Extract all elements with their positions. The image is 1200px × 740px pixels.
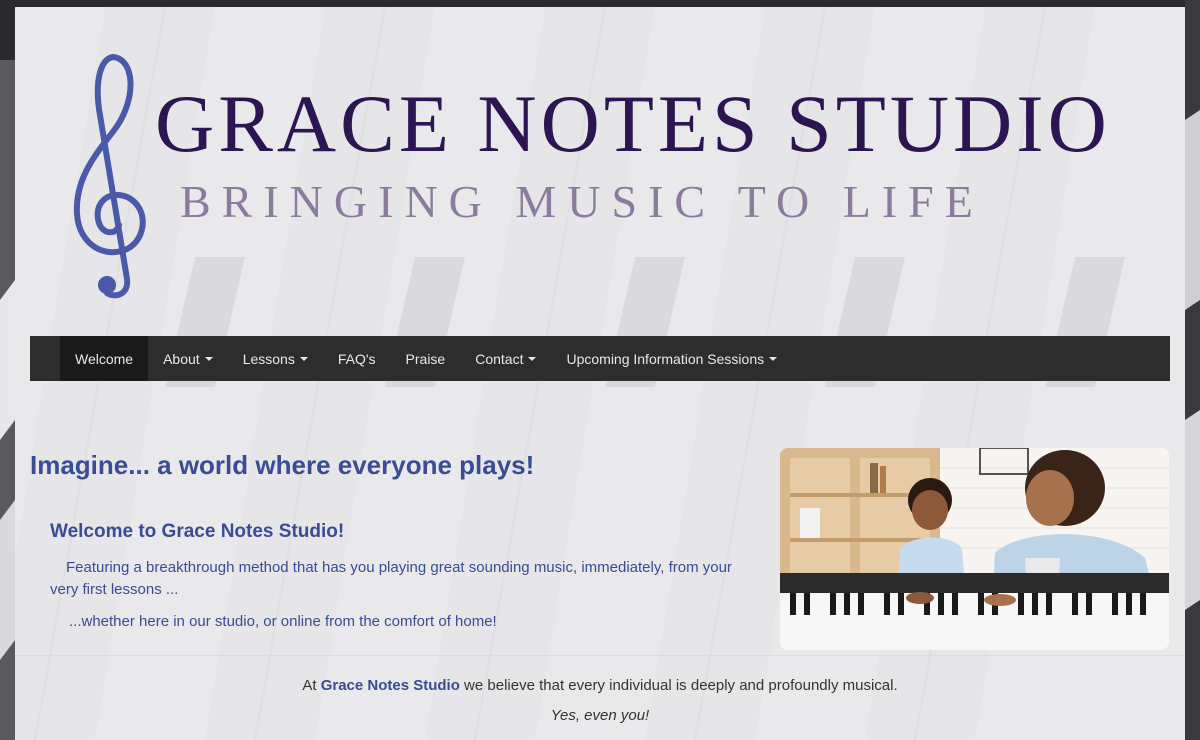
studio-name-emphasis: Grace Notes Studio xyxy=(320,677,460,694)
site-tagline: BRINGING MUSIC TO LIFE xyxy=(180,176,984,227)
nav-item-label: FAQ's xyxy=(337,350,376,367)
caret-down-icon xyxy=(204,356,213,361)
belief-suffix: we believe that every individual is deep… xyxy=(459,677,898,694)
nav-item-label: Contact xyxy=(475,350,524,367)
intro-paragraph: Featuring a breakthrough method that has… xyxy=(50,559,732,598)
section-divider xyxy=(15,655,1185,656)
nav-item-label: About xyxy=(163,350,200,367)
nav-item-welcome[interactable]: Welcome xyxy=(60,336,149,381)
nav-item-contact[interactable]: Contact xyxy=(460,336,551,381)
intro-paragraph-2: ...whether here in our studio, or online… xyxy=(69,613,497,630)
nav-item-label: Lessons xyxy=(242,350,295,367)
nav-item-praise[interactable]: Praise xyxy=(391,336,461,381)
nav-item-lessons[interactable]: Lessons xyxy=(228,336,323,381)
caret-down-icon xyxy=(299,356,308,361)
even-you-text: Yes, even you! xyxy=(550,707,650,724)
nav-item-label: Upcoming Information Sessions xyxy=(566,350,765,367)
caret-down-icon xyxy=(528,356,537,361)
belief-prefix: At xyxy=(302,677,321,694)
nav-item-label: Praise xyxy=(405,350,446,367)
welcome-heading: Welcome to Grace Notes Studio! xyxy=(50,521,345,542)
caret-down-icon xyxy=(769,356,778,361)
nav-item-about[interactable]: About xyxy=(148,336,228,381)
page-container: GRACE NOTES STUDIO BRINGING MUSIC TO LIF… xyxy=(15,7,1185,740)
page-headline: Imagine... a world where everyone plays! xyxy=(30,450,535,480)
site-title: GRACE NOTES STUDIO xyxy=(155,78,1111,169)
main-navbar: Welcome About Lessons FAQ's Praise Conta… xyxy=(30,336,1170,381)
nav-item-upcoming-sessions[interactable]: Upcoming Information Sessions xyxy=(551,336,792,381)
belief-statement: At Grace Notes Studio we believe that ev… xyxy=(15,677,1185,694)
treble-clef-icon xyxy=(73,54,146,299)
nav-item-label: Welcome xyxy=(75,350,134,367)
hero-photo-piano-lesson xyxy=(780,448,1169,650)
nav-item-faqs[interactable]: FAQ's xyxy=(323,336,391,381)
